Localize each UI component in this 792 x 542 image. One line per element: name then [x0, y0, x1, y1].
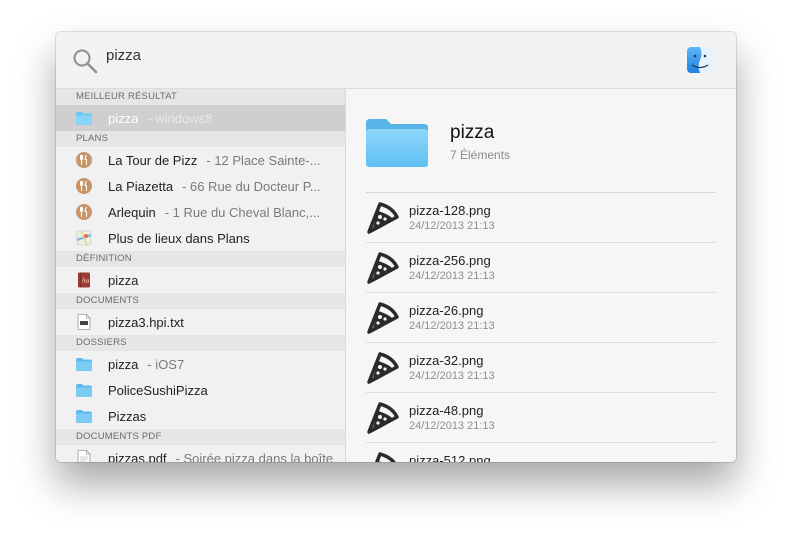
file-date: 24/12/2013 21:13 [409, 370, 495, 382]
file-name: pizza-48.png [409, 403, 484, 418]
spotlight-window: MEILLEUR RÉSULTAT pizza - windows8 PLANS… [56, 32, 736, 462]
result-row-best-pizza[interactable]: pizza - windows8 [56, 105, 345, 131]
result-subtitle: - 12 Place Sainte-... [206, 152, 321, 168]
file-name: pizza-26.png [409, 303, 484, 318]
result-title: Arlequin [108, 204, 156, 220]
pizza-slice-icon [367, 252, 399, 284]
preview-title: pizza [450, 122, 495, 143]
file-date: 24/12/2013 21:13 [409, 270, 495, 282]
finder-icon[interactable] [686, 46, 714, 74]
result-title: pizzas.pdf [108, 450, 167, 463]
result-subtitle: - 1 Rue du Cheval Blanc,... [164, 204, 321, 220]
file-name: pizza-128.png [409, 203, 491, 218]
pizza-slice-icon [374, 452, 396, 462]
file-name: pizza-256.png [409, 253, 491, 268]
result-title: Pizzas [108, 408, 147, 424]
folder-icon [76, 110, 92, 126]
section-header-plans: PLANS [56, 131, 345, 147]
file-item[interactable]: pizza-256.png 24/12/2013 21:13 [366, 243, 716, 293]
result-row-folder-1[interactable]: pizza - iOS7 [56, 351, 345, 377]
result-row-folder-2[interactable]: PoliceSushiPizza [56, 377, 345, 403]
preview-item-count: 7 Éléments [450, 148, 511, 162]
result-row-plans-2[interactable]: La Piazetta - 66 Rue du Docteur P... [56, 173, 345, 199]
result-title: La Tour de Pizz [108, 152, 198, 168]
preview-pane: pizza 7 Éléments pizza-128.png 24/12/201… [346, 89, 736, 462]
result-title: PoliceSushiPizza [108, 382, 208, 398]
result-row-definition[interactable]: Aa pizza [56, 267, 345, 293]
file-item[interactable]: pizza-32.png 24/12/2013 21:13 [366, 343, 716, 393]
result-title: pizza [108, 356, 139, 372]
file-item[interactable]: pizza-26.png 24/12/2013 21:13 [366, 293, 716, 343]
file-name: pizza-32.png [409, 353, 484, 368]
preview-file-list: pizza-128.png 24/12/2013 21:13 pizza-256… [366, 193, 716, 462]
file-date: 24/12/2013 21:13 [409, 420, 495, 432]
section-header-pdf: DOCUMENTS PDF [56, 429, 345, 445]
section-header-documents: DOCUMENTS [56, 293, 345, 309]
pizza-slice-icon [367, 402, 399, 434]
folder-icon [76, 408, 92, 424]
section-header-best-result: MEILLEUR RÉSULTAT [56, 89, 345, 105]
dictionary-icon: Aa [76, 272, 92, 288]
result-title: pizza3.hpi.txt [108, 314, 184, 330]
search-bar [56, 32, 736, 89]
result-title: pizza [108, 110, 139, 126]
folder-icon [76, 382, 92, 398]
result-title: Plus de lieux dans Plans [108, 230, 250, 246]
result-row-plans-3[interactable]: Arlequin - 1 Rue du Cheval Blanc,... [56, 199, 345, 225]
result-subtitle: - iOS7 [147, 356, 185, 372]
result-title: La Piazetta [108, 178, 174, 194]
result-subtitle: - windows8 [147, 110, 213, 126]
result-row-pdf[interactable]: pizzas.pdf - Soirée pizza dans la boîte [56, 445, 345, 462]
result-subtitle: - Soirée pizza dans la boîte [175, 450, 334, 463]
search-icon [73, 49, 98, 74]
result-row-plans-1[interactable]: La Tour de Pizz - 12 Place Sainte-... [56, 147, 345, 173]
pizza-slice-icon [367, 202, 399, 234]
result-row-more-places[interactable]: Plus de lieux dans Plans [56, 225, 345, 251]
file-date: 24/12/2013 21:13 [409, 320, 495, 332]
pizza-slice-icon [367, 302, 399, 334]
pdf-document-icon [76, 450, 92, 462]
results-list: MEILLEUR RÉSULTAT pizza - windows8 PLANS… [56, 89, 346, 462]
file-item[interactable]: pizza-128.png 24/12/2013 21:13 [366, 193, 716, 243]
restaurant-pin-icon [76, 178, 92, 194]
folder-icon [76, 356, 92, 372]
pizza-slice-icon [367, 352, 399, 384]
file-item[interactable]: pizza-48.png 24/12/2013 21:13 [366, 393, 716, 443]
search-input[interactable] [106, 44, 666, 66]
file-name: pizza-512.png [409, 453, 491, 462]
file-date: 24/12/2013 21:13 [409, 220, 495, 232]
text-document-icon [76, 314, 92, 330]
folder-icon [366, 119, 428, 167]
result-subtitle: - 66 Rue du Docteur P... [182, 178, 321, 194]
result-row-document[interactable]: pizza3.hpi.txt [56, 309, 345, 335]
restaurant-pin-icon [76, 152, 92, 168]
section-header-folders: DOSSIERS [56, 335, 345, 351]
result-row-folder-3[interactable]: Pizzas [56, 403, 345, 429]
svg-text:Aa: Aa [81, 278, 90, 285]
section-header-definition: DÉFINITION [56, 251, 345, 267]
maps-app-icon [76, 230, 92, 246]
file-item[interactable]: pizza-512.png [366, 443, 716, 462]
restaurant-pin-icon [76, 204, 92, 220]
result-title: pizza [108, 272, 139, 288]
